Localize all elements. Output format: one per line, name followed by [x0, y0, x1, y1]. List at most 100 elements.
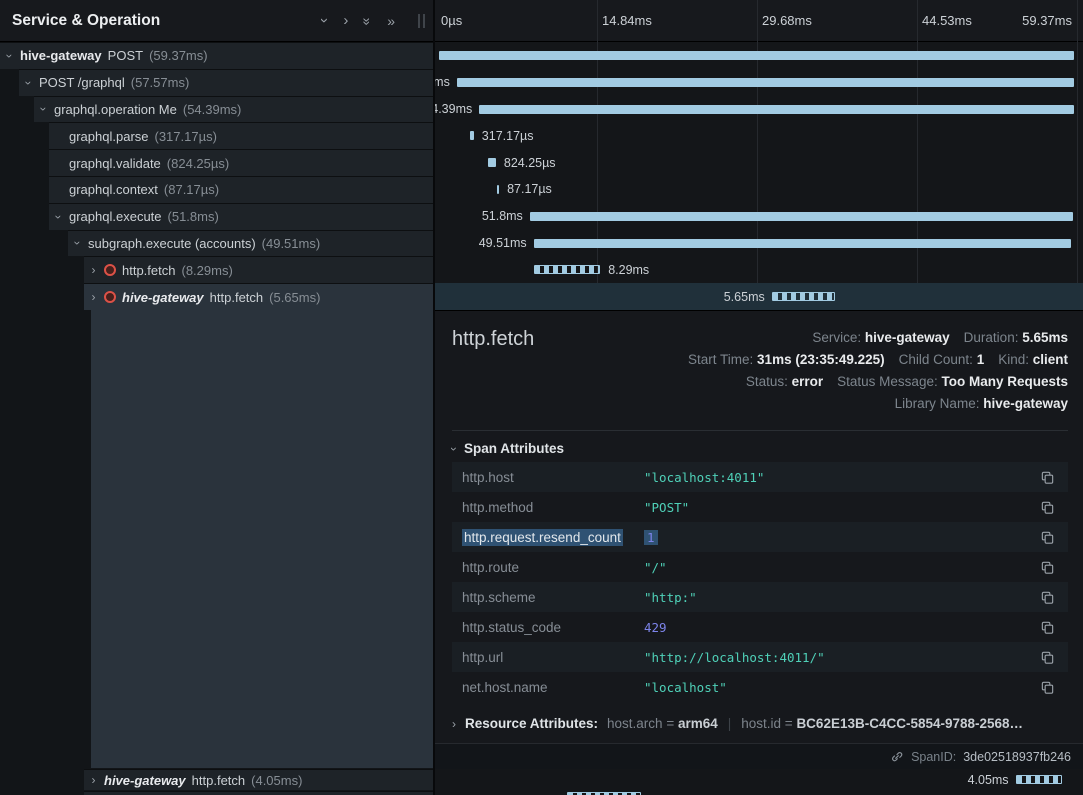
attribute-key-text: http.scheme [462, 590, 536, 605]
tree-row[interactable]: ›hive-gatewayPOST(59.37ms) [0, 42, 433, 69]
span-bar[interactable] [439, 51, 1074, 60]
timeline-row[interactable]: 49.51ms [435, 230, 1083, 257]
chevron-down-icon[interactable]: › [317, 18, 332, 23]
span-bar[interactable] [457, 78, 1074, 87]
attribute-value: "http:" [644, 590, 1028, 605]
span-duration-label: 5.65ms [724, 290, 765, 304]
timeline-row[interactable]: 51.8ms [435, 203, 1083, 230]
tree-row[interactable]: ›http.fetch(8.29ms) [84, 256, 433, 283]
double-chevron-down-icon[interactable]: » [361, 17, 375, 24]
span-name: http.fetch [122, 263, 175, 278]
tree-row[interactable]: ›hive-gatewayhttp.fetch(5.65ms) [84, 283, 433, 310]
attribute-row: http.route"/" [452, 552, 1068, 582]
span-duration: (5.65ms) [269, 290, 320, 305]
timeline-row[interactable]: 87.17µs [435, 176, 1083, 203]
span-name: subgraph.execute (accounts) [88, 236, 256, 251]
copy-icon[interactable] [1038, 618, 1056, 636]
span-duration: (87.17µs) [164, 182, 219, 197]
meta-value: hive-gateway [865, 330, 950, 345]
meta-pair: Child Count: 1 [899, 352, 985, 367]
span-bar[interactable] [479, 105, 1074, 114]
meta-label: Status: [746, 374, 792, 389]
timeline-row[interactable]: 824.25µs [435, 149, 1083, 176]
meta-label: Library Name: [895, 396, 984, 411]
timeline-row[interactable]: 4.05ms [435, 769, 1083, 790]
resize-grip[interactable] [418, 14, 425, 28]
expand-chevron-icon[interactable]: › [89, 774, 98, 786]
copy-icon[interactable] [1038, 588, 1056, 606]
span-bar[interactable] [1016, 775, 1063, 784]
meta-value: error [792, 374, 824, 389]
collapse-chevron-icon[interactable]: › [23, 78, 35, 87]
tree-row[interactable]: graphql.context(87.17µs) [49, 176, 433, 203]
tree-row[interactable]: ›hive-gatewayhttp.fetch(4.05ms) [84, 769, 433, 790]
meta-label: Child Count: [899, 352, 977, 367]
trace-viewer: Service & Operation › › » » ›hive-gatewa… [0, 0, 1083, 795]
timeline-row[interactable]: 317.17µs [435, 122, 1083, 149]
span-duration-label: 317.17µs [482, 129, 534, 143]
span-bar[interactable] [530, 212, 1073, 221]
attribute-key: http.method [462, 500, 644, 515]
span-bar[interactable] [497, 185, 499, 194]
attribute-value: "http://localhost:4011/" [644, 650, 1028, 665]
timeline-row[interactable]: 54.39ms [435, 96, 1083, 123]
tree-row[interactable]: ›subgraph.execute (accounts)(49.51ms) [68, 230, 433, 257]
tree-row[interactable]: ›POST /graphql(57.57ms) [19, 69, 433, 96]
copy-icon[interactable] [1038, 648, 1056, 666]
span-bar[interactable] [488, 158, 496, 167]
copy-icon[interactable] [1038, 528, 1056, 546]
copy-icon[interactable] [1038, 678, 1056, 696]
copy-icon[interactable] [1038, 558, 1056, 576]
timeline-row[interactable] [435, 791, 1083, 795]
chevron-right-icon[interactable]: › [343, 13, 348, 28]
span-bar[interactable] [534, 239, 1071, 248]
copy-icon[interactable] [1038, 468, 1056, 486]
partial-tree-row [84, 791, 433, 795]
attribute-key-text: http.url [462, 650, 503, 665]
span-bar[interactable] [470, 131, 474, 140]
link-icon[interactable] [890, 750, 904, 764]
collapse-chevron-icon[interactable]: › [72, 239, 84, 248]
collapse-chevron-icon[interactable]: › [38, 105, 50, 114]
collapse-chevron-icon[interactable]: › [4, 51, 16, 60]
expand-chevron-icon[interactable]: › [89, 291, 98, 303]
attribute-row: http.method"POST" [452, 492, 1068, 522]
span-attributes-title: Span Attributes [464, 441, 564, 456]
copy-icon[interactable] [1038, 498, 1056, 516]
equals: = [663, 716, 678, 731]
meta-value: 1 [977, 352, 985, 367]
tree-row[interactable]: graphql.validate(824.25µs) [49, 149, 433, 176]
divider [452, 430, 1068, 431]
timeline-row[interactable]: 8.29ms [435, 256, 1083, 283]
tree-row[interactable]: ›graphql.operation Me(54.39ms) [34, 96, 433, 123]
service-operation-panel: Service & Operation › › » » ›hive-gatewa… [0, 0, 435, 795]
double-chevron-right-icon[interactable]: » [387, 14, 394, 28]
meta-label: Status Message: [837, 374, 941, 389]
timeline-row[interactable]: 57.57ms [435, 69, 1083, 96]
span-attributes-header[interactable]: › Span Attributes [452, 441, 564, 456]
span-bar[interactable] [772, 292, 835, 301]
timeline-row[interactable]: 5.65ms [435, 283, 1083, 310]
tree-row[interactable]: ›graphql.execute(51.8ms) [49, 203, 433, 230]
span-meta-line: Status: errorStatus Message: Too Many Re… [688, 371, 1068, 393]
attribute-key: net.host.name [462, 680, 644, 695]
resource-attributes-row[interactable]: › Resource Attributes: host.arch = arm64… [452, 716, 1068, 731]
timeline-row[interactable]: 59.37ms [435, 42, 1083, 69]
collapse-chevron-icon[interactable]: › [53, 212, 65, 221]
tree-row[interactable]: graphql.parse(317.17µs) [49, 122, 433, 149]
ruler-tick-label: 0µs [441, 13, 462, 28]
resource-attribute: host.id = BC62E13B-C4CC-5854-9788-2568… [741, 716, 1023, 731]
span-name: POST /graphql [39, 75, 125, 90]
span-meta-line: Start Time: 31ms (23:35:49.225)Child Cou… [688, 349, 1068, 371]
expand-chevron-icon[interactable]: › [89, 264, 98, 276]
span-bar[interactable] [534, 265, 601, 274]
chevron-right-icon: › [452, 718, 456, 730]
attribute-key: http.route [462, 560, 644, 575]
span-duration-label: 4.05ms [968, 773, 1009, 787]
span-duration-label: 51.8ms [482, 209, 523, 223]
resource-value: arm64 [678, 716, 718, 731]
attribute-key-text: http.host [462, 470, 514, 485]
ruler-tick-label: 59.37ms [1022, 13, 1072, 28]
attribute-key-text: http.status_code [462, 620, 561, 635]
span-name: POST [108, 48, 143, 63]
